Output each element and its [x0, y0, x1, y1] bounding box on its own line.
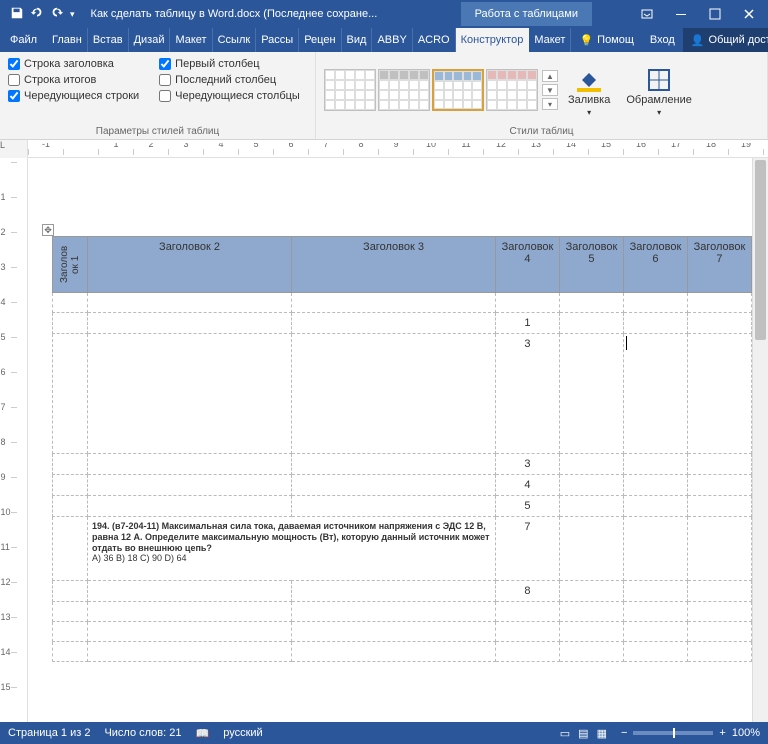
gallery-scroll[interactable]: ▲▼▾ — [542, 70, 558, 110]
maximize-icon[interactable] — [700, 2, 730, 26]
save-icon[interactable] — [10, 6, 24, 23]
document-area: 123456789101112131415 ✥ Заголов ок 1 Заг… — [0, 158, 768, 722]
tab-abbyy[interactable]: ABBY — [372, 28, 412, 52]
redo-icon[interactable] — [50, 6, 64, 23]
tab-design[interactable]: Дизай — [129, 28, 171, 52]
table-row[interactable] — [53, 602, 752, 622]
ribbon: Строка заголовка Строка итогов Чередующи… — [0, 52, 768, 140]
person-icon: 👤 — [691, 34, 705, 47]
tab-mailings[interactable]: Рассы — [256, 28, 299, 52]
table-row[interactable]: 4 — [53, 475, 752, 496]
print-layout-icon[interactable]: ▤ — [578, 727, 588, 740]
web-layout-icon[interactable]: ▦ — [597, 727, 607, 740]
borders-button[interactable]: Обрамление▾ — [620, 64, 698, 117]
table-header-row[interactable]: Заголов ок 1 Заголовок 2 Заголовок 3 Заг… — [53, 237, 752, 293]
document-title: Как сделать таблицу в Word.docx (Последн… — [81, 8, 461, 20]
tab-table-layout[interactable]: Макет — [529, 28, 571, 52]
group-label-style-options: Параметры стилей таблиц — [8, 124, 307, 137]
style-thumb-1[interactable] — [324, 69, 376, 111]
header-cell-1[interactable]: Заголов ок 1 — [57, 241, 83, 288]
tab-constructor[interactable]: Конструктор — [456, 28, 530, 52]
header-cell-5[interactable]: Заголовок 5 — [559, 237, 623, 293]
ribbon-options-icon[interactable] — [632, 2, 662, 26]
group-label-table-styles: Стили таблиц — [324, 124, 759, 137]
view-switcher: ▭ ▤ ▦ — [560, 727, 607, 740]
paint-bucket-icon — [577, 68, 601, 92]
zoom-slider[interactable] — [633, 731, 713, 735]
problem-cell[interactable]: 194. (в7-204-11) Максимальная сила тока,… — [88, 517, 496, 581]
tell-me-button[interactable]: 💡Помощ — [571, 28, 641, 52]
tab-references[interactable]: Ссылк — [213, 28, 257, 52]
table-row[interactable] — [53, 622, 752, 642]
table-row[interactable]: 1 — [53, 313, 752, 334]
opt-last-column[interactable]: Последний столбец — [159, 74, 300, 86]
tab-layout[interactable]: Макет — [170, 28, 212, 52]
group-table-style-options: Строка заголовка Строка итогов Чередующи… — [0, 52, 316, 139]
opt-total-row[interactable]: Строка итогов — [8, 74, 139, 86]
horizontal-ruler[interactable]: L -11234567891011121314151617181920 — [0, 140, 768, 158]
header-cell-2[interactable]: Заголовок 2 — [88, 237, 292, 293]
borders-icon — [647, 68, 671, 92]
status-bar: Страница 1 из 2 Число слов: 21 📖 русский… — [0, 722, 768, 744]
status-word-count[interactable]: Число слов: 21 — [104, 727, 181, 739]
vertical-ruler[interactable]: 123456789101112131415 — [0, 158, 28, 722]
table-row[interactable]: 194. (в7-204-11) Максимальная сила тока,… — [53, 517, 752, 581]
table-move-handle-icon[interactable]: ✥ — [42, 224, 54, 236]
opt-banded-rows[interactable]: Чередующиеся строки — [8, 90, 139, 102]
title-bar: ▾ Как сделать таблицу в Word.docx (После… — [0, 0, 768, 28]
vertical-scrollbar[interactable] — [752, 158, 768, 722]
table-row[interactable] — [53, 293, 752, 313]
opt-first-column[interactable]: Первый столбец — [159, 58, 300, 70]
signin-button[interactable]: Вход — [642, 28, 683, 52]
shading-button[interactable]: Заливка▾ — [562, 64, 616, 117]
read-mode-icon[interactable]: ▭ — [560, 727, 570, 740]
style-thumb-3[interactable] — [432, 69, 484, 111]
header-cell-6[interactable]: Заголовок 6 — [623, 237, 687, 293]
zoom-level[interactable]: 100% — [732, 727, 760, 739]
zoom-out-icon[interactable]: − — [621, 727, 627, 739]
text-cursor — [626, 336, 627, 350]
table-row[interactable]: 5 — [53, 496, 752, 517]
opt-header-row[interactable]: Строка заголовка — [8, 58, 139, 70]
tab-acrobat[interactable]: ACRO — [413, 28, 456, 52]
header-cell-4[interactable]: Заголовок 4 — [496, 237, 560, 293]
spellcheck-icon[interactable]: 📖 — [196, 727, 210, 740]
lightbulb-icon: 💡 — [579, 34, 593, 47]
style-thumb-2[interactable] — [378, 69, 430, 111]
opt-banded-columns[interactable]: Чередующиеся столбцы — [159, 90, 300, 102]
zoom-in-icon[interactable]: + — [719, 727, 725, 739]
table-row[interactable] — [53, 642, 752, 662]
minimize-icon[interactable] — [666, 2, 696, 26]
table-row[interactable]: 3 — [53, 334, 752, 454]
tab-file[interactable]: Файл — [0, 28, 47, 52]
window-controls — [632, 2, 764, 26]
tab-insert[interactable]: Встав — [88, 28, 129, 52]
table-row[interactable]: 8 — [53, 581, 752, 602]
page[interactable]: ✥ Заголов ок 1 Заголовок 2 Заголовок 3 З… — [28, 158, 768, 722]
group-table-styles: ▲▼▾ Заливка▾ Обрамление▾ Стили таблиц — [316, 52, 768, 139]
qat-dropdown-icon[interactable]: ▾ — [70, 9, 75, 20]
style-thumb-4[interactable] — [486, 69, 538, 111]
ribbon-tab-strip: Файл Главн Встав Дизай Макет Ссылк Рассы… — [0, 28, 768, 52]
table-tools-context-tab: Работа с таблицами — [461, 2, 592, 26]
undo-icon[interactable] — [30, 6, 44, 23]
status-language[interactable]: русский — [223, 727, 262, 739]
header-cell-7[interactable]: Заголовок 7 — [687, 237, 751, 293]
tab-view[interactable]: Вид — [342, 28, 373, 52]
ruler-corner: L — [0, 140, 28, 158]
document-table[interactable]: Заголов ок 1 Заголовок 2 Заголовок 3 Заг… — [52, 236, 752, 662]
tab-review[interactable]: Рецен — [299, 28, 341, 52]
status-page[interactable]: Страница 1 из 2 — [8, 727, 90, 739]
scrollbar-thumb[interactable] — [755, 160, 766, 340]
table-styles-gallery[interactable]: ▲▼▾ — [324, 69, 558, 111]
tab-home[interactable]: Главн — [47, 28, 88, 52]
zoom-control[interactable]: − + 100% — [621, 727, 760, 739]
quick-access-toolbar: ▾ — [4, 6, 81, 23]
table-row[interactable]: 3 — [53, 454, 752, 475]
header-cell-3[interactable]: Заголовок 3 — [292, 237, 496, 293]
close-icon[interactable] — [734, 2, 764, 26]
share-button[interactable]: 👤Общий доступ — [683, 28, 768, 52]
